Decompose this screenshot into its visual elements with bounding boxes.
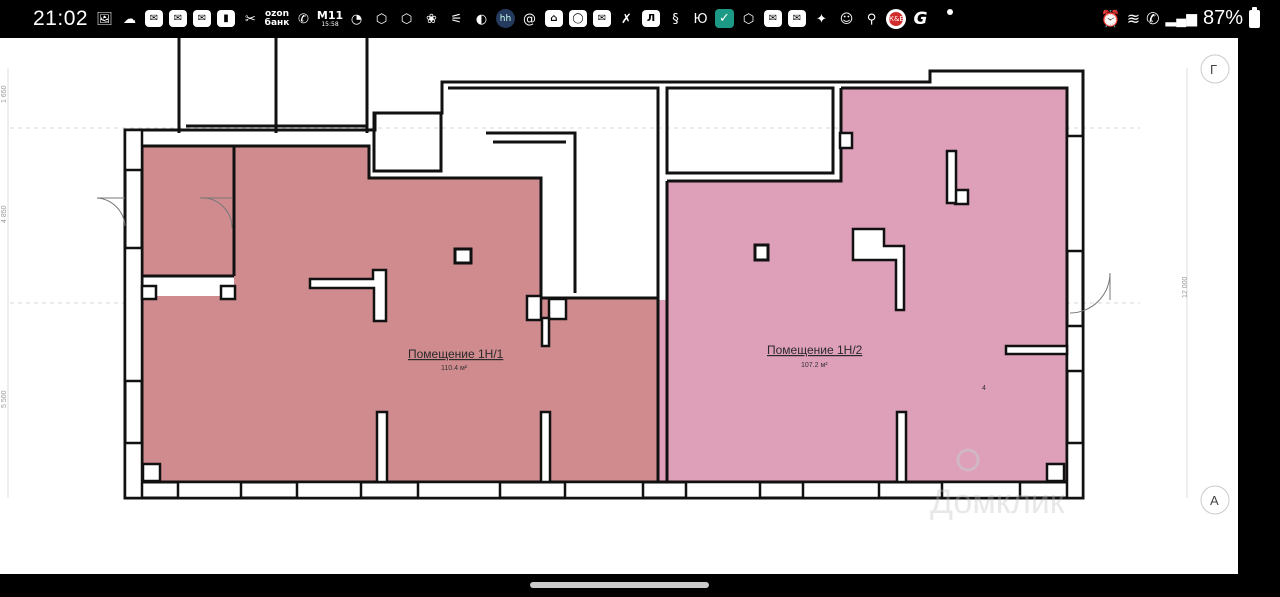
room-1-fill[interactable]: [142, 146, 658, 482]
alarm-icon: ⏰: [1100, 10, 1121, 28]
browser-icon: ◐: [475, 11, 488, 27]
battery-percent: 87%: [1202, 7, 1243, 29]
lukoil-icon: Л: [642, 10, 660, 27]
ok-icon: ☺: [839, 11, 854, 27]
app-icon: §: [672, 11, 679, 27]
room-2-fill[interactable]: [658, 88, 1067, 482]
satellite-icon: ⚟: [450, 11, 463, 27]
mail-icon: ✉: [764, 10, 782, 27]
vpn-icon: ⬡: [375, 11, 388, 27]
app-icon: ▮: [217, 10, 235, 27]
navigation-bar: [0, 574, 1280, 597]
bank-label: банк: [264, 18, 290, 28]
dimension-left-bottom: 5 500: [1, 390, 8, 408]
vpn-icon: ⬡: [400, 11, 413, 27]
room-1-area: 110.4 м²: [441, 365, 468, 372]
oval-icon: ◯: [569, 10, 587, 27]
floor-plan-image[interactable]: 1 650 4 850 5 500 12 000 Г А Помещение 1…: [0, 38, 1238, 574]
star-icon: ✦: [816, 11, 827, 27]
dimension-left-top: 1 650: [1, 85, 8, 103]
status-bar: 21:02 🖼 ☁ ✉ ✉ ✉ ▮ ✂ ozon банк ✆ M11 15:5…: [0, 0, 1280, 38]
vpn-icon: ⬡: [742, 11, 755, 27]
check-icon: ✓: [715, 9, 734, 28]
paw-icon: ❀: [426, 11, 437, 27]
signal-icon: ▂▄▆: [1165, 10, 1197, 26]
wifi-call-icon: ✆: [1146, 10, 1160, 28]
battery-icon: [1249, 6, 1260, 28]
yu-icon: Ю: [693, 11, 708, 27]
delivery-icon: ✗: [621, 11, 632, 27]
wifi-icon: ≋: [1126, 10, 1141, 28]
mail-icon: ✉: [193, 10, 211, 27]
app-icon: hh: [496, 9, 515, 28]
axis-label-bottom: А: [1210, 493, 1219, 508]
bank-icon: ✂: [245, 11, 256, 27]
axis-label-top: Г: [1210, 62, 1217, 77]
home-icon: ⌂: [545, 10, 563, 27]
dimension-left-mid: 4 850: [1, 205, 8, 223]
notification-icons: 🖼 ☁ ✉ ✉ ✉ ▮ ✂ ozon банк ✆ M11 15:58 ◔ ⬡ …: [94, 9, 965, 29]
home-gesture-handle[interactable]: [530, 582, 709, 588]
room-2-name: Помещение 1Н/2: [767, 343, 863, 357]
room-2-area: 107.2 м²: [801, 362, 828, 369]
watermark-text: Домклик: [930, 483, 1066, 521]
dimension-right: 12 000: [1182, 276, 1189, 298]
status-time: 21:02: [33, 7, 89, 30]
kb-icon: К&Б: [886, 9, 906, 29]
check-icon: ◔: [350, 11, 363, 27]
m11-icon: M11 15:58: [316, 9, 344, 29]
phone-screen: 21:02 🖼 ☁ ✉ ✉ ✉ ▮ ✂ ozon банк ✆ M11 15:5…: [0, 0, 1280, 597]
m11-label: M11: [316, 9, 344, 22]
at-icon: @: [523, 11, 536, 27]
screen-edge: [1238, 38, 1280, 574]
g-icon: G: [913, 9, 928, 29]
small-mark: 4: [982, 385, 986, 392]
mail-icon: ✉: [169, 10, 187, 27]
more-notifications-dot: [947, 9, 953, 15]
mail-icon: ✉: [145, 10, 163, 27]
location-icon: ⚲: [866, 11, 877, 27]
mail-icon: ✉: [593, 10, 611, 27]
viber-icon: ✆: [298, 11, 309, 27]
ozon-bank-icon: ozon банк: [264, 9, 290, 29]
mail-icon: ✉: [788, 10, 806, 27]
room-1-name: Помещение 1Н/1: [408, 347, 504, 361]
floor-plan-drawing: 1 650 4 850 5 500 12 000 Г А Помещение 1…: [1, 38, 1230, 521]
m11-time: 15:58: [321, 21, 339, 28]
gallery-icon: 🖼: [96, 11, 113, 27]
system-icons: ⏰ ≋ ✆ ▂▄▆ 87%: [1100, 6, 1260, 30]
cloud-icon: ☁: [123, 11, 136, 27]
